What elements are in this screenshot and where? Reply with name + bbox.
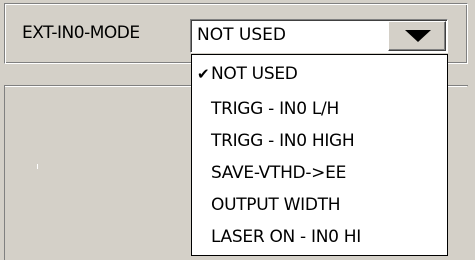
dropdown-item-trigg-in0-lh[interactable]: TRIGG - IN0 L/H	[192, 93, 447, 125]
dropdown-item-label: LASER ON - IN0 HI	[211, 227, 361, 247]
combo-selected-value: NOT USED	[197, 25, 286, 45]
dropdown-item-label: TRIGG - IN0 L/H	[211, 99, 339, 119]
dropdown-item-label: TRIGG - IN0 HIGH	[211, 131, 355, 151]
dropdown-item-save-vthd-ee[interactable]: SAVE-VTHD->EE	[192, 157, 447, 189]
dropdown-item-laser-on-in0-hi[interactable]: LASER ON - IN0 HI	[192, 221, 447, 253]
dropdown-item-not-used[interactable]: ✔ NOT USED	[192, 55, 447, 93]
panel-tick-mark	[37, 164, 38, 169]
dropdown-item-trigg-in0-high[interactable]: TRIGG - IN0 HIGH	[192, 125, 447, 157]
combo-dropdown-button[interactable]	[388, 21, 446, 51]
mode-combobox[interactable]: NOT USED	[190, 19, 448, 53]
dropdown-item-output-width[interactable]: OUTPUT WIDTH	[192, 189, 447, 221]
mode-dropdown-list[interactable]: ✔ NOT USED TRIGG - IN0 L/H TRIGG - IN0 H…	[191, 54, 448, 256]
dropdown-item-label: NOT USED	[211, 64, 298, 84]
dropdown-item-label: SAVE-VTHD->EE	[211, 163, 347, 183]
dropdown-item-label: OUTPUT WIDTH	[211, 195, 341, 215]
checkmark-icon: ✔	[197, 65, 210, 83]
triangle-down-icon	[405, 30, 431, 42]
ext-in0-mode-label: EXT-IN0-MODE	[22, 23, 140, 43]
